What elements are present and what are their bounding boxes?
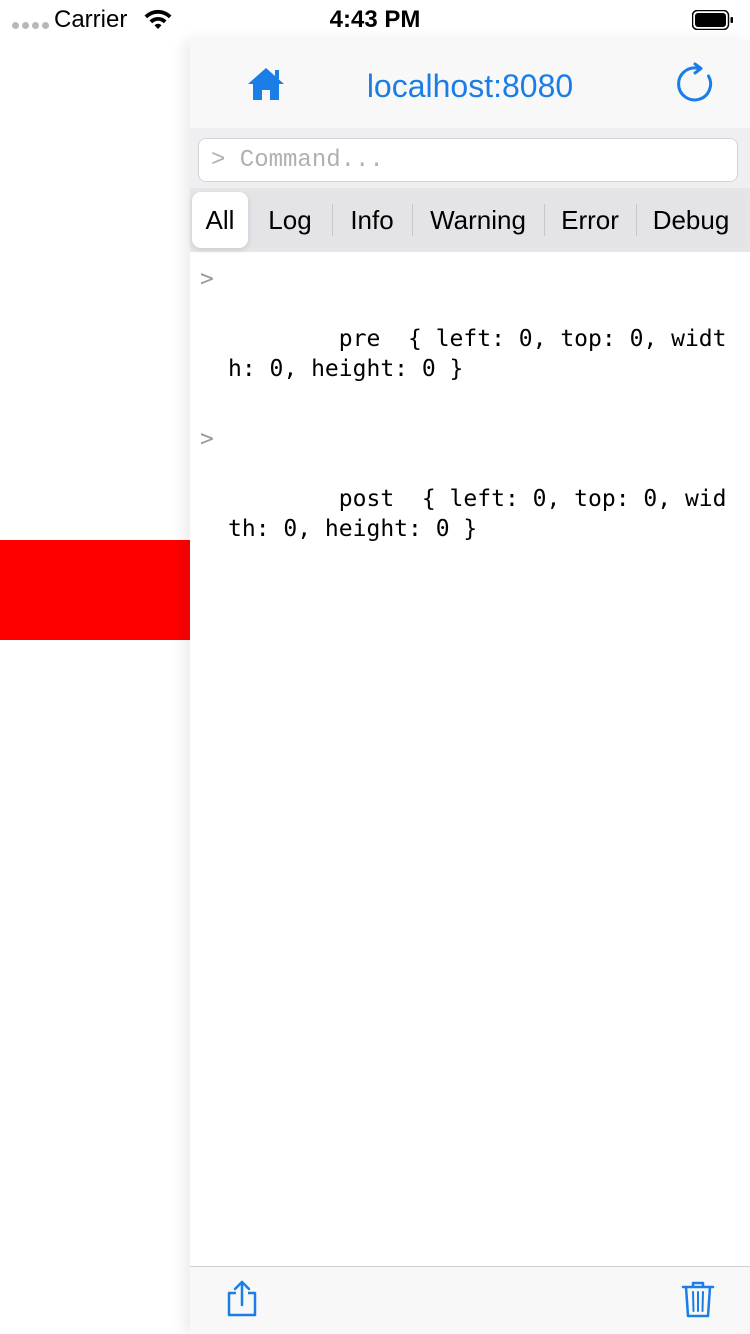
clock: 4:43 PM	[329, 6, 421, 33]
red-block	[0, 540, 190, 640]
log-text: pre { left: 0, top: 0, width: 0, height:…	[228, 326, 727, 382]
filter-warning[interactable]: Warning	[412, 192, 544, 248]
filter-segmented-control: All Log Info Warning Error Debug	[192, 192, 746, 248]
reload-icon[interactable]	[674, 62, 718, 106]
log-list: > pre { left: 0, top: 0, width: 0, heigh…	[190, 264, 750, 584]
trash-icon[interactable]	[680, 1279, 716, 1319]
filter-debug[interactable]: Debug	[636, 192, 746, 248]
log-prompt-icon: >	[200, 266, 214, 292]
filter-log[interactable]: Log	[248, 192, 332, 248]
command-input[interactable]	[198, 138, 738, 182]
command-bar	[190, 128, 750, 188]
battery-icon	[692, 10, 733, 30]
filter-info[interactable]: Info	[332, 192, 412, 248]
log-entry: > pre { left: 0, top: 0, width: 0, heigh…	[190, 264, 750, 414]
filter-all[interactable]: All	[192, 192, 248, 248]
console-panel: localhost:8080 All Log Info Warning Erro…	[190, 40, 750, 1334]
log-text: post { left: 0, top: 0, width: 0, height…	[228, 486, 727, 542]
share-icon[interactable]	[224, 1279, 260, 1319]
home-icon[interactable]	[246, 64, 286, 104]
filter-bar: All Log Info Warning Error Debug	[190, 188, 750, 252]
bottom-toolbar	[190, 1266, 750, 1334]
console-nav-bar: localhost:8080	[190, 40, 750, 128]
log-entry: > post { left: 0, top: 0, width: 0, heig…	[190, 424, 750, 574]
screen: Carrier 4:43 PM localhost:8080 > Command…	[0, 0, 750, 1334]
status-bar: Carrier 4:43 PM	[0, 0, 750, 40]
log-prompt-icon: >	[200, 426, 214, 452]
console-title: localhost:8080	[366, 68, 574, 104]
filter-error[interactable]: Error	[544, 192, 636, 248]
